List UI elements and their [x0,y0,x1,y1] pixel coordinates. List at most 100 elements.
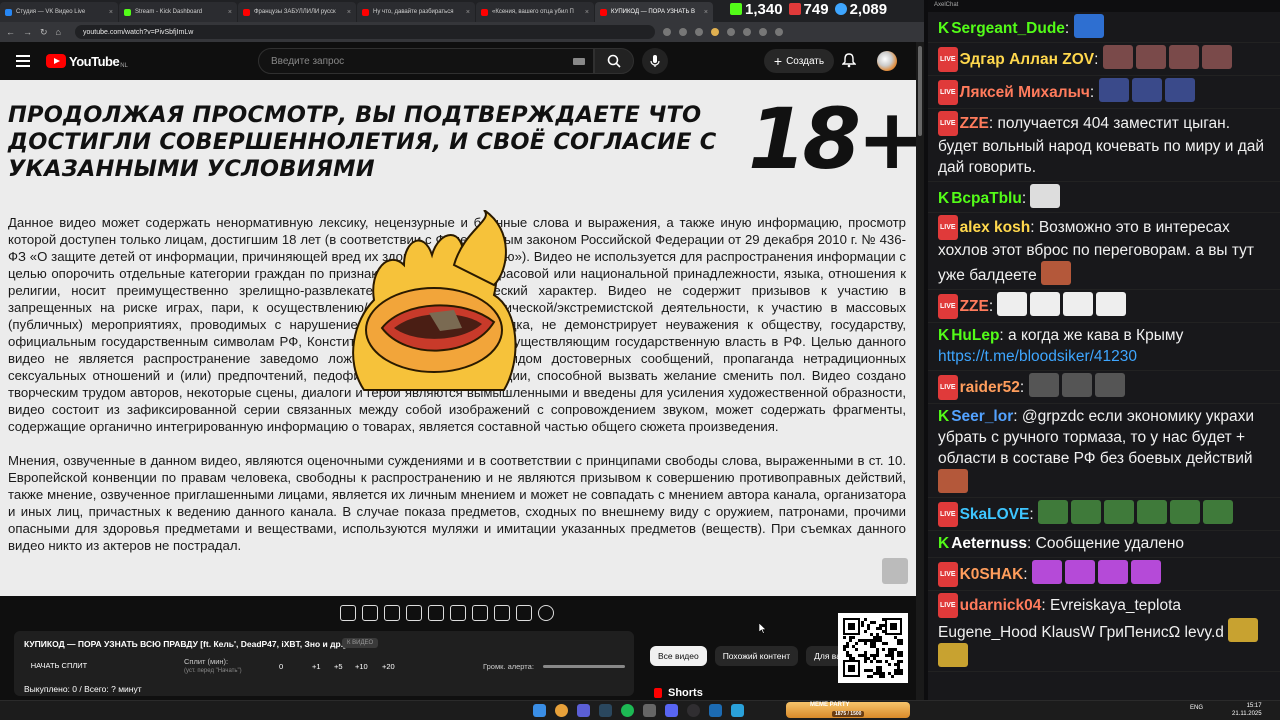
browser-tab[interactable]: Ну что, давайте разбираться × [357,2,475,22]
close-tab-icon[interactable]: × [343,9,351,16]
meme-party-widget[interactable]: MEME PARTY 1875 / 1500 [786,702,910,718]
chat-username[interactable]: HuLep [951,327,999,344]
search-input[interactable]: Введите запрос [258,48,594,74]
total-viewer-count: 2,089 [849,0,888,18]
chat-text: а когда же кава в Крыму [1008,327,1184,344]
chat-username[interactable]: udarnick04 [960,597,1042,614]
increment-button[interactable]: +20 [382,662,395,671]
chat-username[interactable]: Ляксей Михалыч [960,84,1090,101]
chat-emote [1164,78,1195,102]
increment-button[interactable]: +1 [312,662,321,671]
close-tab-icon[interactable]: × [462,9,470,16]
menu-dots-icon[interactable] [774,28,783,36]
chat-emote [1094,373,1125,397]
telegram-icon[interactable] [731,704,744,717]
bookmark-star-icon[interactable] [694,28,703,36]
spotify-icon[interactable] [621,704,634,717]
film-icon[interactable] [406,605,422,621]
close-tab-icon[interactable]: × [105,9,113,16]
increment-button[interactable]: +5 [334,662,343,671]
increment-button[interactable]: +10 [355,662,368,671]
grid-icon[interactable] [450,605,466,621]
avatar[interactable] [877,51,897,71]
keyboard-icon[interactable] [573,58,585,65]
chat-username[interactable]: ZZE [960,298,989,315]
vk-live-badge-icon: LIVE [938,375,958,400]
youtube-logo[interactable]: YouTube NL [46,53,128,69]
chat-emote [1030,184,1061,208]
alert-volume-slider[interactable] [543,665,625,668]
app-icon[interactable] [643,704,656,717]
close-tab-icon[interactable]: × [224,9,232,16]
forward-icon[interactable]: → [23,27,32,37]
browser-tab[interactable]: КУПИКОД — ПОРА УЗНАТЬ В × [595,2,713,22]
back-icon[interactable]: ← [6,27,15,37]
chat-username[interactable]: Seer_lor [951,408,1013,425]
home-icon[interactable]: ⌂ [56,27,61,37]
close-tab-icon[interactable]: × [700,9,708,16]
shorts-heading[interactable]: Shorts [654,687,703,699]
split-value-input[interactable]: 0 [279,662,283,671]
chat-username[interactable]: BcpaTblu [951,190,1022,207]
scrollbar-thumb[interactable] [918,46,922,136]
extension-icon[interactable] [710,28,719,36]
create-label: Создать [786,55,825,67]
kick-badge-icon: K [938,327,950,344]
chat-username[interactable]: K0SHAK [960,566,1024,583]
browser-tab[interactable]: Студия — VK Видео Live × [0,2,118,22]
page-scrollbar[interactable] [916,42,924,700]
chat-username[interactable]: SkaLOVE [960,506,1030,523]
url-field[interactable]: youtube.com/watch?v=PivSbfjImLw [74,25,655,39]
system-clock[interactable]: 15:17 21.11.2025 [1232,702,1262,718]
extension-icon[interactable] [678,28,687,36]
obs-icon[interactable] [687,704,700,717]
profile-icon[interactable] [758,28,767,36]
broadcast-icon[interactable] [362,605,378,621]
download-icon[interactable] [742,28,751,36]
discord-icon[interactable] [665,704,678,717]
app-icon[interactable] [709,704,722,717]
chip-all-videos[interactable]: Все видео [650,646,707,666]
menu-icon[interactable] [16,52,30,70]
split-control-panel: КУПИКОД — ПОРА УЗНАТЬ ВСЮ ПРАВДУ [ft. Ке… [14,631,634,696]
search-button[interactable] [594,48,634,74]
shorts-icon [654,688,662,698]
extension-icon[interactable] [662,28,671,36]
chat-username[interactable]: Aeternuss [951,535,1027,552]
chip-similar[interactable]: Похожий контент [714,646,799,666]
vk-live-badge-icon: LIVE [938,215,958,240]
kick-icon [730,2,742,15]
picture-in-picture-icon[interactable] [428,605,444,621]
chrome-icon[interactable] [555,704,568,717]
chat-emote [938,469,968,493]
create-button[interactable]: + Создать [764,49,834,73]
screenshot-icon[interactable] [516,605,532,621]
voice-search-button[interactable] [642,48,668,74]
chat-username[interactable]: alex kosh [960,219,1031,236]
browser-tab[interactable]: Stream - Kick Dashboard × [119,2,237,22]
close-tab-icon[interactable]: × [581,9,589,16]
start-split-button[interactable]: НАЧАТЬ СПЛИТ [24,661,94,670]
browser-tab[interactable]: Французы ЗАБУЛЛИЛИ русск × [238,2,356,22]
swap-icon[interactable] [340,605,356,621]
gear-icon[interactable] [538,605,554,621]
chat-link[interactable]: https://t.me/bloodsiker/41230 [938,348,1137,365]
video-player[interactable]: Продолжая просмотр, вы подтверждаете что… [0,80,916,596]
chat-username[interactable]: Эдгар Аллан ZOV [960,51,1095,68]
puzzle-icon[interactable] [726,28,735,36]
extension-toolbar [340,603,554,623]
chat-username[interactable]: ZZE [960,115,989,132]
input-language[interactable]: ENG [1190,705,1203,711]
notifications-button[interactable] [841,52,857,73]
start-icon[interactable] [533,704,546,717]
chat-username[interactable]: raider52 [960,379,1020,396]
chat-username[interactable]: Sergeant_Dude [951,20,1065,37]
add-clip-icon[interactable] [494,605,510,621]
steam-icon[interactable] [599,704,612,717]
camera-settings-icon[interactable] [384,605,400,621]
status-badge[interactable]: К ВИДЕО [342,638,379,648]
reload-icon[interactable]: ↻ [40,27,48,38]
speed-gauge-icon[interactable] [472,605,488,621]
browser-tab[interactable]: «Ксения, вашего отца убил П × [476,2,594,22]
app-icon[interactable] [577,704,590,717]
